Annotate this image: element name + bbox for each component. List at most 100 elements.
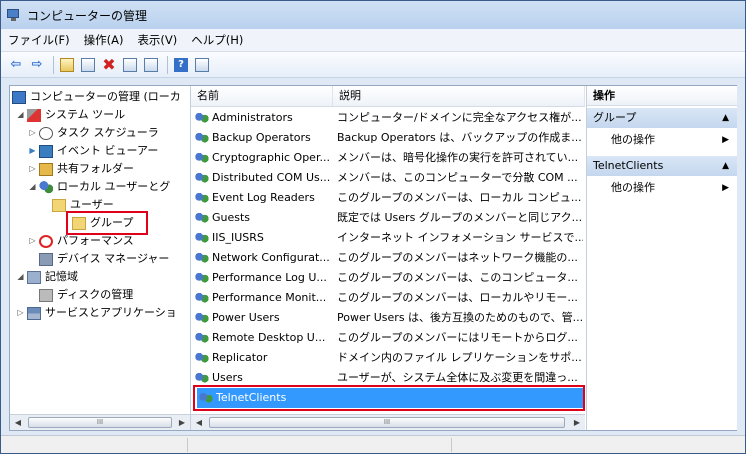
- status-separator: [451, 438, 452, 452]
- tree-item-performance[interactable]: ▷ パフォーマンス: [28, 232, 134, 250]
- collapse-up-icon[interactable]: ▲: [722, 108, 729, 128]
- table-row[interactable]: IIS_IUSRS インターネット インフォメーション サービスで...: [191, 228, 585, 248]
- action-more-actions[interactable]: 他の操作 ▶: [587, 178, 737, 198]
- group-name: Performance Log U...: [212, 271, 327, 284]
- table-row[interactable]: Distributed COM Us... メンバーは、このコンピューターで分散…: [191, 168, 585, 188]
- toolbar: ⇦ ⇨ ✖ ?: [1, 52, 745, 78]
- expand-triangle-icon[interactable]: ▷: [16, 304, 25, 322]
- table-row[interactable]: Administrators コンピューター/ドメインに完全なアクセス権が...: [191, 108, 585, 128]
- device-manager-icon: [39, 252, 53, 266]
- tree-horizontal-scrollbar[interactable]: ◀ III ▶: [10, 414, 190, 430]
- table-row[interactable]: Performance Monit... このグループのメンバーは、ローカルやリ…: [191, 288, 585, 308]
- scroll-thumb[interactable]: III: [209, 417, 565, 428]
- table-row[interactable]: Network Configurat... このグループのメンバーはネットワーク…: [191, 248, 585, 268]
- tree-item-label: 記憶域: [45, 270, 78, 283]
- table-row[interactable]: Event Log Readers このグループのメンバーは、ローカル コンピュ…: [191, 188, 585, 208]
- table-row[interactable]: Guests 既定では Users グループのメンバーと同じアク...: [191, 208, 585, 228]
- table-row[interactable]: Backup Operators Backup Operators は、バックア…: [191, 128, 585, 148]
- action-more-actions[interactable]: 他の操作 ▶: [587, 130, 737, 150]
- list-header: 名前 説明: [191, 86, 585, 107]
- help-icon[interactable]: ?: [172, 56, 190, 74]
- performance-icon: [39, 234, 53, 248]
- tree-item-label: グループ: [90, 216, 134, 229]
- menu-action[interactable]: 操作(A): [77, 29, 131, 51]
- expand-triangle-icon[interactable]: ▷: [28, 160, 37, 178]
- computer-management-icon: [7, 8, 21, 22]
- tree-item-system-tools[interactable]: ◢ システム ツール: [16, 106, 125, 124]
- shared-folder-icon: [39, 162, 53, 176]
- tree-item-task-scheduler[interactable]: ▷ タスク スケジューラ: [28, 124, 159, 142]
- scroll-left-icon[interactable]: ◀: [191, 415, 207, 430]
- tree-item-disk-management[interactable]: ディスクの管理: [39, 286, 133, 304]
- tree-item-label: パフォーマンス: [57, 234, 134, 247]
- title-bar[interactable]: コンピューターの管理: [1, 1, 745, 29]
- expand-triangle-icon[interactable]: ▷: [28, 232, 37, 250]
- tree-item-shared-folders[interactable]: ▷ 共有フォルダー: [28, 160, 134, 178]
- tree-item-label: システム ツール: [45, 108, 126, 121]
- group-name: Remote Desktop U...: [212, 331, 326, 344]
- group-name: Guests: [212, 211, 251, 224]
- group-description: このグループのメンバーは、ローカル コンピュ...: [337, 191, 582, 204]
- collapse-up-icon[interactable]: ▲: [722, 156, 729, 176]
- storage-icon: [27, 270, 41, 284]
- table-row[interactable]: Power Users Power Users は、後方互換のためのもので、管.…: [191, 308, 585, 328]
- scroll-left-icon[interactable]: ◀: [10, 415, 26, 430]
- tree-item-local-users-groups[interactable]: ◢ ローカル ユーザーとグ: [28, 178, 170, 196]
- show-hide-action-pane-icon[interactable]: [193, 56, 211, 74]
- tree-item-computer-management[interactable]: コンピューターの管理 (ローカ: [12, 88, 181, 106]
- group-description: このグループのメンバーは、このコンピュータ...: [337, 271, 578, 284]
- table-row[interactable]: Replicator ドメイン内のファイル レプリケーションをサポ...: [191, 348, 585, 368]
- export-list-icon[interactable]: [142, 56, 160, 74]
- tree-item-users[interactable]: ユーザー: [52, 196, 114, 214]
- tree-item-storage[interactable]: ◢ 記憶域: [16, 268, 78, 286]
- collapse-triangle-icon[interactable]: ◢: [16, 268, 25, 286]
- expand-triangle-icon[interactable]: ▷: [28, 124, 37, 142]
- show-hide-tree-icon[interactable]: [79, 56, 97, 74]
- services-icon: [27, 306, 41, 320]
- back-arrow-icon[interactable]: ⇦: [7, 56, 25, 74]
- tree-item-label: 共有フォルダー: [57, 162, 134, 175]
- menu-help[interactable]: ヘルプ(H): [184, 29, 250, 51]
- event-viewer-icon: [39, 144, 53, 158]
- computer-management-window: コンピューターの管理 ファイル(F) 操作(A) 表示(V) ヘルプ(H) ⇦ …: [0, 0, 746, 454]
- column-header-description[interactable]: 説明: [333, 86, 585, 106]
- table-row[interactable]: Users ユーザーが、システム全体に及ぶ変更を間違っ...: [191, 368, 585, 388]
- menu-view[interactable]: 表示(V): [130, 29, 184, 51]
- group-icon: [195, 252, 209, 264]
- tree-item-event-viewer[interactable]: ▶ イベント ビューアー: [28, 142, 158, 160]
- scroll-thumb[interactable]: III: [28, 417, 172, 428]
- group-icon: [195, 272, 209, 284]
- tree-item-label: イベント ビューアー: [57, 144, 159, 157]
- scroll-right-icon[interactable]: ▶: [174, 415, 190, 430]
- properties-icon[interactable]: [121, 56, 139, 74]
- table-row[interactable]: Performance Log U... このグループのメンバーは、このコンピュ…: [191, 268, 585, 288]
- scroll-right-icon[interactable]: ▶: [569, 415, 585, 430]
- collapse-triangle-icon[interactable]: ◢: [16, 106, 25, 124]
- status-separator: [187, 438, 188, 452]
- menu-file[interactable]: ファイル(F): [1, 29, 77, 51]
- action-group-groups[interactable]: グループ ▲: [587, 108, 737, 128]
- delete-icon[interactable]: ✖: [100, 55, 118, 74]
- action-pane-title: 操作: [587, 86, 737, 106]
- clock-icon: [39, 126, 53, 140]
- action-group-telnetclients[interactable]: TelnetClients ▲: [587, 156, 737, 176]
- group-name: Network Configurat...: [212, 251, 330, 264]
- list-horizontal-scrollbar[interactable]: ◀ III ▶: [191, 414, 585, 430]
- forward-arrow-icon[interactable]: ⇨: [28, 56, 46, 74]
- table-row[interactable]: Cryptographic Oper... メンバーは、暗号化操作の実行を許可さ…: [191, 148, 585, 168]
- table-row[interactable]: Remote Desktop U... このグループのメンバーにはリモートからロ…: [191, 328, 585, 348]
- table-row-selected[interactable]: TelnetClients: [197, 388, 583, 408]
- tree-item-services-applications[interactable]: ▷ サービスとアプリケーショ: [16, 304, 177, 322]
- group-icon: [195, 312, 209, 324]
- collapse-triangle-icon[interactable]: ◢: [28, 178, 37, 196]
- tree-item-device-manager[interactable]: デバイス マネージャー: [39, 250, 169, 268]
- column-header-name[interactable]: 名前: [191, 86, 333, 106]
- expand-triangle-icon[interactable]: ▶: [28, 142, 37, 160]
- tree-item-groups[interactable]: グループ: [72, 214, 133, 232]
- group-icon: [195, 112, 209, 124]
- menu-bar: ファイル(F) 操作(A) 表示(V) ヘルプ(H): [1, 29, 745, 52]
- action-group-label: TelnetClients: [593, 159, 664, 172]
- up-folder-icon[interactable]: [58, 56, 76, 74]
- group-description: ユーザーが、システム全体に及ぶ変更を間違っ...: [337, 371, 578, 384]
- group-icon: [195, 132, 209, 144]
